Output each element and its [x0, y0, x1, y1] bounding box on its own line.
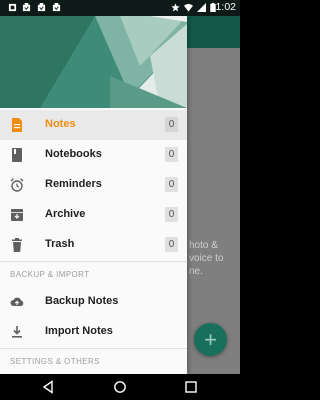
hint-line: voice to	[189, 253, 224, 264]
star-icon	[171, 3, 180, 12]
drawer-item-backup-notes[interactable]: Backup Notes	[0, 287, 187, 317]
drawer-header-image	[0, 16, 187, 108]
notification-icon	[37, 3, 46, 12]
home-icon[interactable]	[113, 380, 127, 394]
drawer-item-notes[interactable]: Notes 0	[0, 110, 187, 140]
drawer-item-label: Backup Notes	[45, 295, 119, 307]
navigation-drawer: Notes 0 Notebooks 0 Reminders 0 Archive …	[0, 16, 187, 374]
notes-icon	[12, 118, 22, 132]
count-badge: 0	[165, 177, 178, 192]
download-icon	[12, 326, 22, 338]
alarm-icon	[10, 178, 24, 192]
notebook-icon	[12, 148, 22, 162]
count-badge: 0	[165, 207, 178, 222]
drawer-item-label: Trash	[45, 238, 75, 250]
notification-icon	[8, 3, 17, 12]
empty-list-hint: hoto & voice to ne.	[189, 239, 223, 278]
system-navigation-bar	[0, 374, 240, 400]
add-note-fab[interactable]: +	[194, 323, 227, 356]
drawer-item-notebooks[interactable]: Notebooks 0	[0, 140, 187, 170]
signal-icon	[197, 3, 206, 12]
drawer-item-label: Notes	[45, 118, 76, 130]
count-badge: 0	[165, 237, 178, 252]
drawer-item-reminders[interactable]: Reminders 0	[0, 170, 187, 200]
section-header-backup: BACKUP & IMPORT	[10, 270, 90, 279]
drawer-item-label: Import Notes	[45, 325, 113, 337]
drawer-item-import-notes[interactable]: Import Notes	[0, 317, 187, 347]
plus-icon: +	[204, 327, 217, 352]
section-header-settings: SETTINGS & OTHERS	[10, 357, 100, 366]
count-badge: 0	[165, 147, 178, 162]
hint-line: hoto &	[189, 240, 218, 251]
wifi-icon	[184, 3, 193, 12]
drawer-item-label: Reminders	[45, 178, 102, 190]
cloud-upload-icon	[10, 297, 24, 306]
drawer-item-trash[interactable]: Trash 0	[0, 230, 187, 260]
count-badge: 0	[165, 117, 178, 132]
clock: 11:02	[210, 1, 237, 13]
drawer-menu: Notes 0 Notebooks 0 Reminders 0 Archive …	[0, 110, 187, 374]
trash-icon	[12, 238, 22, 252]
notification-icon	[22, 3, 31, 12]
archive-icon	[11, 209, 23, 221]
back-icon[interactable]	[41, 380, 55, 394]
recent-apps-icon[interactable]	[184, 380, 198, 394]
drawer-item-label: Notebooks	[45, 148, 102, 160]
hint-line: ne.	[189, 266, 203, 277]
notification-icon	[52, 3, 61, 12]
status-bar: 11:02	[0, 0, 240, 16]
drawer-item-archive[interactable]: Archive 0	[0, 200, 187, 230]
drawer-item-label: Archive	[45, 208, 86, 220]
screen: 11:02 hoto & voice to ne. + Notes 0 Note…	[0, 0, 240, 400]
